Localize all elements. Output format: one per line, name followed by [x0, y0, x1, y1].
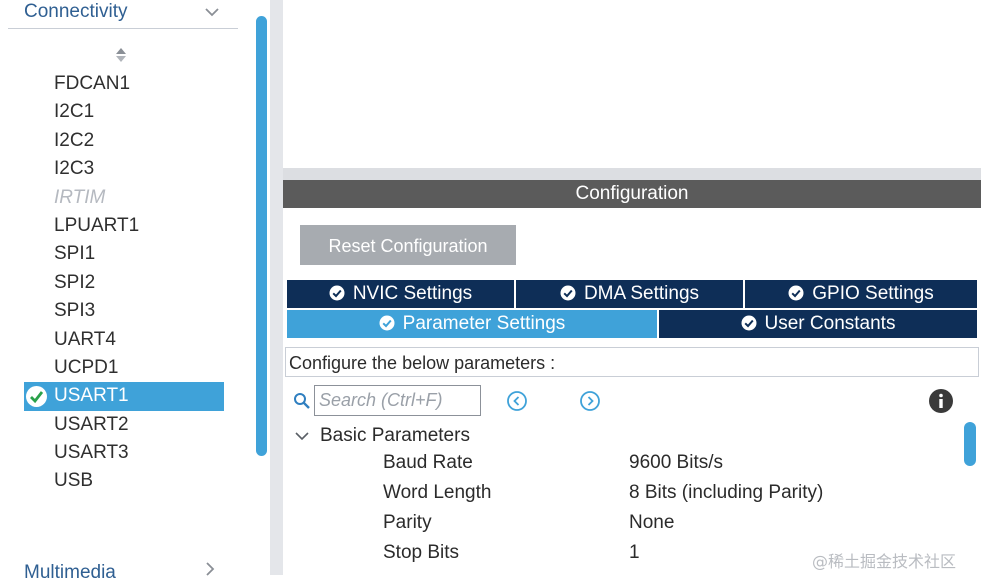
- parameter-name: Stop Bits: [383, 542, 460, 563]
- peripheral-label: USART1: [54, 385, 129, 407]
- parameter-name: Word Length: [383, 482, 492, 503]
- peripheral-label: LPUART1: [54, 214, 140, 236]
- tab-label: GPIO Settings: [812, 283, 934, 304]
- peripheral-label: SPI2: [54, 271, 96, 293]
- parameter-value[interactable]: None: [629, 512, 674, 534]
- peripheral-item[interactable]: USART3: [24, 439, 224, 467]
- parameter-value[interactable]: 8 Bits (including Parity): [629, 482, 823, 504]
- peripheral-item[interactable]: LPUART1: [24, 212, 224, 240]
- sort-icon[interactable]: [114, 45, 128, 65]
- chevron-down-icon[interactable]: [202, 2, 222, 22]
- chevron-right-circle-icon[interactable]: [579, 390, 601, 412]
- configuration-header: Configuration: [283, 180, 981, 208]
- peripheral-label: I2C1: [54, 101, 95, 123]
- mode-pane: [283, 0, 981, 168]
- peripheral-item[interactable]: USART1: [24, 382, 224, 411]
- peripheral-label: USART2: [54, 413, 129, 435]
- parameter-name: Baud Rate: [383, 452, 473, 473]
- parameter-row[interactable]: Parity None: [383, 512, 943, 542]
- peripheral-item[interactable]: UCPD1: [24, 354, 224, 382]
- reset-configuration-button[interactable]: Reset Configuration: [300, 225, 516, 265]
- parameter-group-basic[interactable]: Basic Parameters: [320, 425, 470, 447]
- parameter-value[interactable]: 9600 Bits/s: [629, 452, 723, 474]
- tab-dma-settings[interactable]: DMA Settings: [516, 280, 743, 308]
- parameter-name: Parity: [383, 512, 432, 533]
- check-circle-icon: [560, 285, 576, 301]
- check-circle-icon: [741, 315, 757, 331]
- search-icon: [294, 393, 310, 409]
- peripheral-label: UART4: [54, 328, 116, 350]
- search-input[interactable]: [314, 385, 481, 416]
- peripheral-label: SPI3: [54, 300, 96, 322]
- tab-nvic-settings[interactable]: NVIC Settings: [287, 280, 514, 308]
- watermark: @稀土掘金技术社区: [812, 552, 957, 571]
- peripheral-label: IRTIM: [54, 186, 106, 208]
- parameter-row[interactable]: Word Length 8 Bits (including Parity): [383, 482, 943, 512]
- peripheral-item[interactable]: SPI2: [24, 269, 224, 297]
- parameter-value[interactable]: 1: [629, 542, 640, 564]
- peripheral-item[interactable]: USART2: [24, 411, 224, 439]
- peripheral-item[interactable]: I2C3: [24, 155, 224, 183]
- chevron-down-icon[interactable]: [294, 428, 310, 444]
- sidebar-scrollbar-thumb[interactable]: [256, 16, 267, 456]
- category-header-connectivity[interactable]: Connectivity: [8, 0, 238, 29]
- peripheral-label: FDCAN1: [54, 73, 131, 94]
- check-circle-icon: [26, 386, 47, 408]
- peripheral-item[interactable]: UART4: [24, 326, 224, 354]
- tab-label: NVIC Settings: [352, 283, 473, 304]
- configure-parameters-label: Configure the below parameters :: [285, 347, 979, 377]
- peripheral-label: I2C2: [54, 129, 95, 151]
- pane-divider[interactable]: [283, 168, 981, 180]
- category-title: Connectivity: [24, 1, 128, 22]
- peripheral-label: UCPD1: [54, 356, 119, 378]
- info-icon[interactable]: [928, 388, 954, 414]
- parameter-scrollbar-thumb[interactable]: [964, 422, 976, 466]
- tab-gpio-settings[interactable]: GPIO Settings: [745, 280, 977, 308]
- pane-splitter[interactable]: [270, 0, 283, 575]
- peripheral-item[interactable]: I2C2: [24, 127, 224, 155]
- check-circle-icon: [329, 285, 345, 301]
- chevron-left-circle-icon[interactable]: [506, 390, 528, 412]
- peripheral-item[interactable]: SPI3: [24, 297, 224, 325]
- peripheral-label: SPI1: [54, 243, 96, 265]
- tab-label: Parameter Settings: [402, 313, 566, 334]
- peripheral-label: USB: [54, 470, 94, 492]
- tab-label: DMA Settings: [583, 283, 700, 304]
- peripheral-item[interactable]: USB: [24, 467, 224, 495]
- peripheral-sidebar: Connectivity FDCAN1 I2C1 I2C2 I2C3 IRTIM LPUA…: [0, 0, 255, 583]
- peripheral-label: I2C3: [54, 158, 95, 180]
- peripheral-item[interactable]: FDCAN1: [24, 70, 224, 98]
- peripheral-list: FDCAN1 I2C1 I2C2 I2C3 IRTIM LPUART1 SPI1 SPI2 SP…: [24, 70, 224, 496]
- peripheral-item[interactable]: SPI1: [24, 240, 224, 268]
- tab-parameter-settings[interactable]: Parameter Settings: [287, 310, 657, 338]
- peripheral-item: IRTIM: [24, 184, 224, 212]
- tab-user-constants[interactable]: User Constants: [659, 310, 977, 338]
- category-title-multimedia[interactable]: Multimedia: [24, 562, 116, 584]
- check-circle-icon: [379, 315, 395, 331]
- peripheral-label: USART3: [54, 442, 129, 464]
- tab-label: User Constants: [764, 313, 896, 334]
- peripheral-item[interactable]: I2C1: [24, 98, 224, 126]
- parameter-row[interactable]: Baud Rate 9600 Bits/s: [383, 452, 943, 482]
- check-circle-icon: [788, 285, 804, 301]
